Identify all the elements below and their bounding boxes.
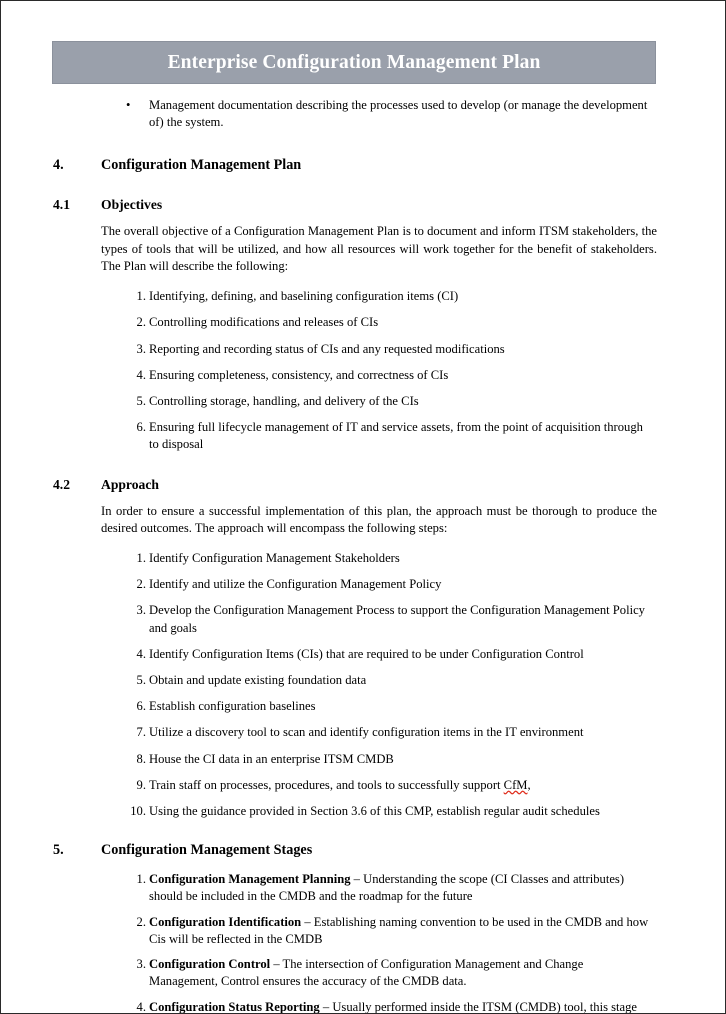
list-item-number: 1. (136, 551, 146, 566)
list-item: 2. Identify and utilize the Configuration… (137, 576, 655, 593)
list-item: 7. Utilize a discovery tool to scan and i… (137, 724, 655, 741)
list-item: 8. House the CI data in an enterprise ITS… (137, 751, 655, 768)
list-item: 3. Develop the Configuration Management P… (137, 602, 655, 636)
list-item-text: Controlling modifications and releases o… (149, 315, 379, 330)
list-item-number: 3. (136, 603, 146, 618)
list-item: 4. Identify Configuration Items (CIs) tha… (137, 646, 655, 663)
list-item-number: 1. (136, 872, 146, 887)
heading-section-4-1: 4.1 Objectives (53, 196, 725, 213)
list-item-text: Identifying, defining, and baselining co… (149, 289, 459, 304)
page-title: Enterprise Configuration Management Plan (167, 51, 541, 73)
heading-section-4-2: 4.2 Approach (53, 476, 725, 493)
list-item-text: Identify Configuration Items (CIs) that … (149, 646, 584, 661)
document-body: • Management documentation describing th… (1, 97, 725, 1014)
list-item-text: Obtain and update existing foundation da… (149, 673, 367, 688)
list-item-number: 7. (136, 725, 146, 740)
list-item: 4. Ensuring completeness, consistency, an… (137, 367, 655, 384)
list-item: 3. Configuration Control – The intersecti… (137, 956, 655, 990)
list-item-number: 2. (136, 315, 146, 330)
list-item-text: Train staff on processes, procedures, an… (149, 777, 504, 792)
list-item-number: 5. (136, 394, 146, 409)
list-item-text: Controlling storage, handling, and deliv… (149, 394, 419, 409)
list-stages: 1. Configuration Management Planning – Un… (1, 871, 725, 1014)
list-item-number: 4. (136, 367, 146, 382)
spellcheck-flagged-word[interactable]: CfM (504, 778, 528, 792)
heading-title: Approach (101, 476, 159, 492)
list-item: 1. Configuration Management Planning – Un… (137, 871, 655, 905)
list-item-number: 1. (136, 289, 146, 304)
heading-number: 4.2 (53, 476, 70, 492)
list-item-text: Using the guidance provided in Section 3… (149, 804, 600, 819)
page-content: Enterprise Configuration Management Plan… (1, 1, 725, 1013)
list-item-number: 10. (130, 804, 146, 819)
list-item: 3. Reporting and recording status of CIs … (137, 341, 655, 358)
heading-title: Configuration Management Plan (101, 157, 302, 174)
list-item-number: 2. (136, 577, 146, 592)
bullet-icon: • (126, 98, 131, 112)
document-title-banner: Enterprise Configuration Management Plan (52, 41, 656, 84)
heading-title: Configuration Management Stages (101, 842, 313, 859)
list-item: 2. Configuration Identification – Establi… (137, 914, 655, 948)
list-item-number: 4. (136, 999, 146, 1014)
paragraph-objectives: The overall objective of a Configuration… (101, 224, 657, 274)
heading-section-4: 4. Configuration Management Plan (53, 157, 725, 174)
list-item: 9. Train staff on processes, procedures, … (137, 777, 655, 794)
list-item-text: House the CI data in an enterprise ITSM … (149, 751, 394, 766)
list-item: 2. Controlling modifications and releases… (137, 314, 655, 331)
heading-number: 4.1 (53, 197, 70, 213)
list-item-text-trailing: , (527, 777, 531, 792)
heading-number: 5. (53, 842, 64, 859)
list-item-number: 6. (136, 420, 146, 435)
list-item: 1. Identify Configuration Management Stak… (137, 550, 655, 567)
list-item: 6. Establish configuration baselines (137, 698, 655, 715)
list-item: 4. Configuration Status Reporting – Usual… (137, 999, 655, 1014)
list-item-lead: Configuration Status Reporting (149, 999, 320, 1014)
list-item: 5. Controlling storage, handling, and del… (137, 393, 655, 410)
list-item-lead: Configuration Control (149, 957, 271, 972)
list-item-text: Identify Configuration Management Stakeh… (149, 551, 400, 566)
paragraph-approach: In order to ensure a successful implemen… (101, 503, 657, 536)
list-item: 5. Obtain and update existing foundation … (137, 672, 655, 689)
list-item-text: Utilize a discovery tool to scan and ide… (149, 725, 584, 740)
document-page: Enterprise Configuration Management Plan… (0, 0, 726, 1014)
list-item-number: 3. (136, 341, 146, 356)
heading-section-5: 5. Configuration Management Stages (53, 842, 725, 859)
list-item: 1. Identifying, defining, and baselining … (137, 288, 655, 305)
list-item-text: Ensuring full lifecycle management of IT… (149, 420, 643, 452)
list-item-text: Identify and utilize the Configuration M… (149, 577, 442, 592)
list-item-text: Reporting and recording status of CIs an… (149, 341, 505, 356)
list-item-lead: Configuration Management Planning (149, 872, 351, 887)
list-item-number: 6. (136, 699, 146, 714)
list-item-number: 9. (136, 777, 146, 792)
list-item: 10. Using the guidance provided in Sectio… (130, 803, 655, 820)
list-item: 6. Ensuring full lifecycle management of … (137, 419, 655, 453)
list-item-number: 2. (136, 914, 146, 929)
list-item-number: 8. (136, 751, 146, 766)
heading-title: Objectives (101, 197, 163, 213)
list-item-lead: Configuration Identification (149, 914, 302, 929)
list-approach: 1. Identify Configuration Management Stak… (1, 550, 725, 820)
list-item-number: 5. (136, 673, 146, 688)
intro-bullet-item: • Management documentation describing th… (126, 97, 657, 131)
intro-bullet-text: Management documentation describing the … (149, 98, 648, 130)
list-item-number: 4. (136, 646, 146, 661)
list-objectives: 1. Identifying, defining, and baselining … (1, 288, 725, 453)
heading-number: 4. (53, 157, 64, 174)
list-item-number: 3. (136, 957, 146, 972)
list-item-text: Establish configuration baselines (149, 699, 316, 714)
list-item-text: Develop the Configuration Management Pro… (149, 603, 645, 635)
list-item-text: Ensuring completeness, consistency, and … (149, 367, 449, 382)
